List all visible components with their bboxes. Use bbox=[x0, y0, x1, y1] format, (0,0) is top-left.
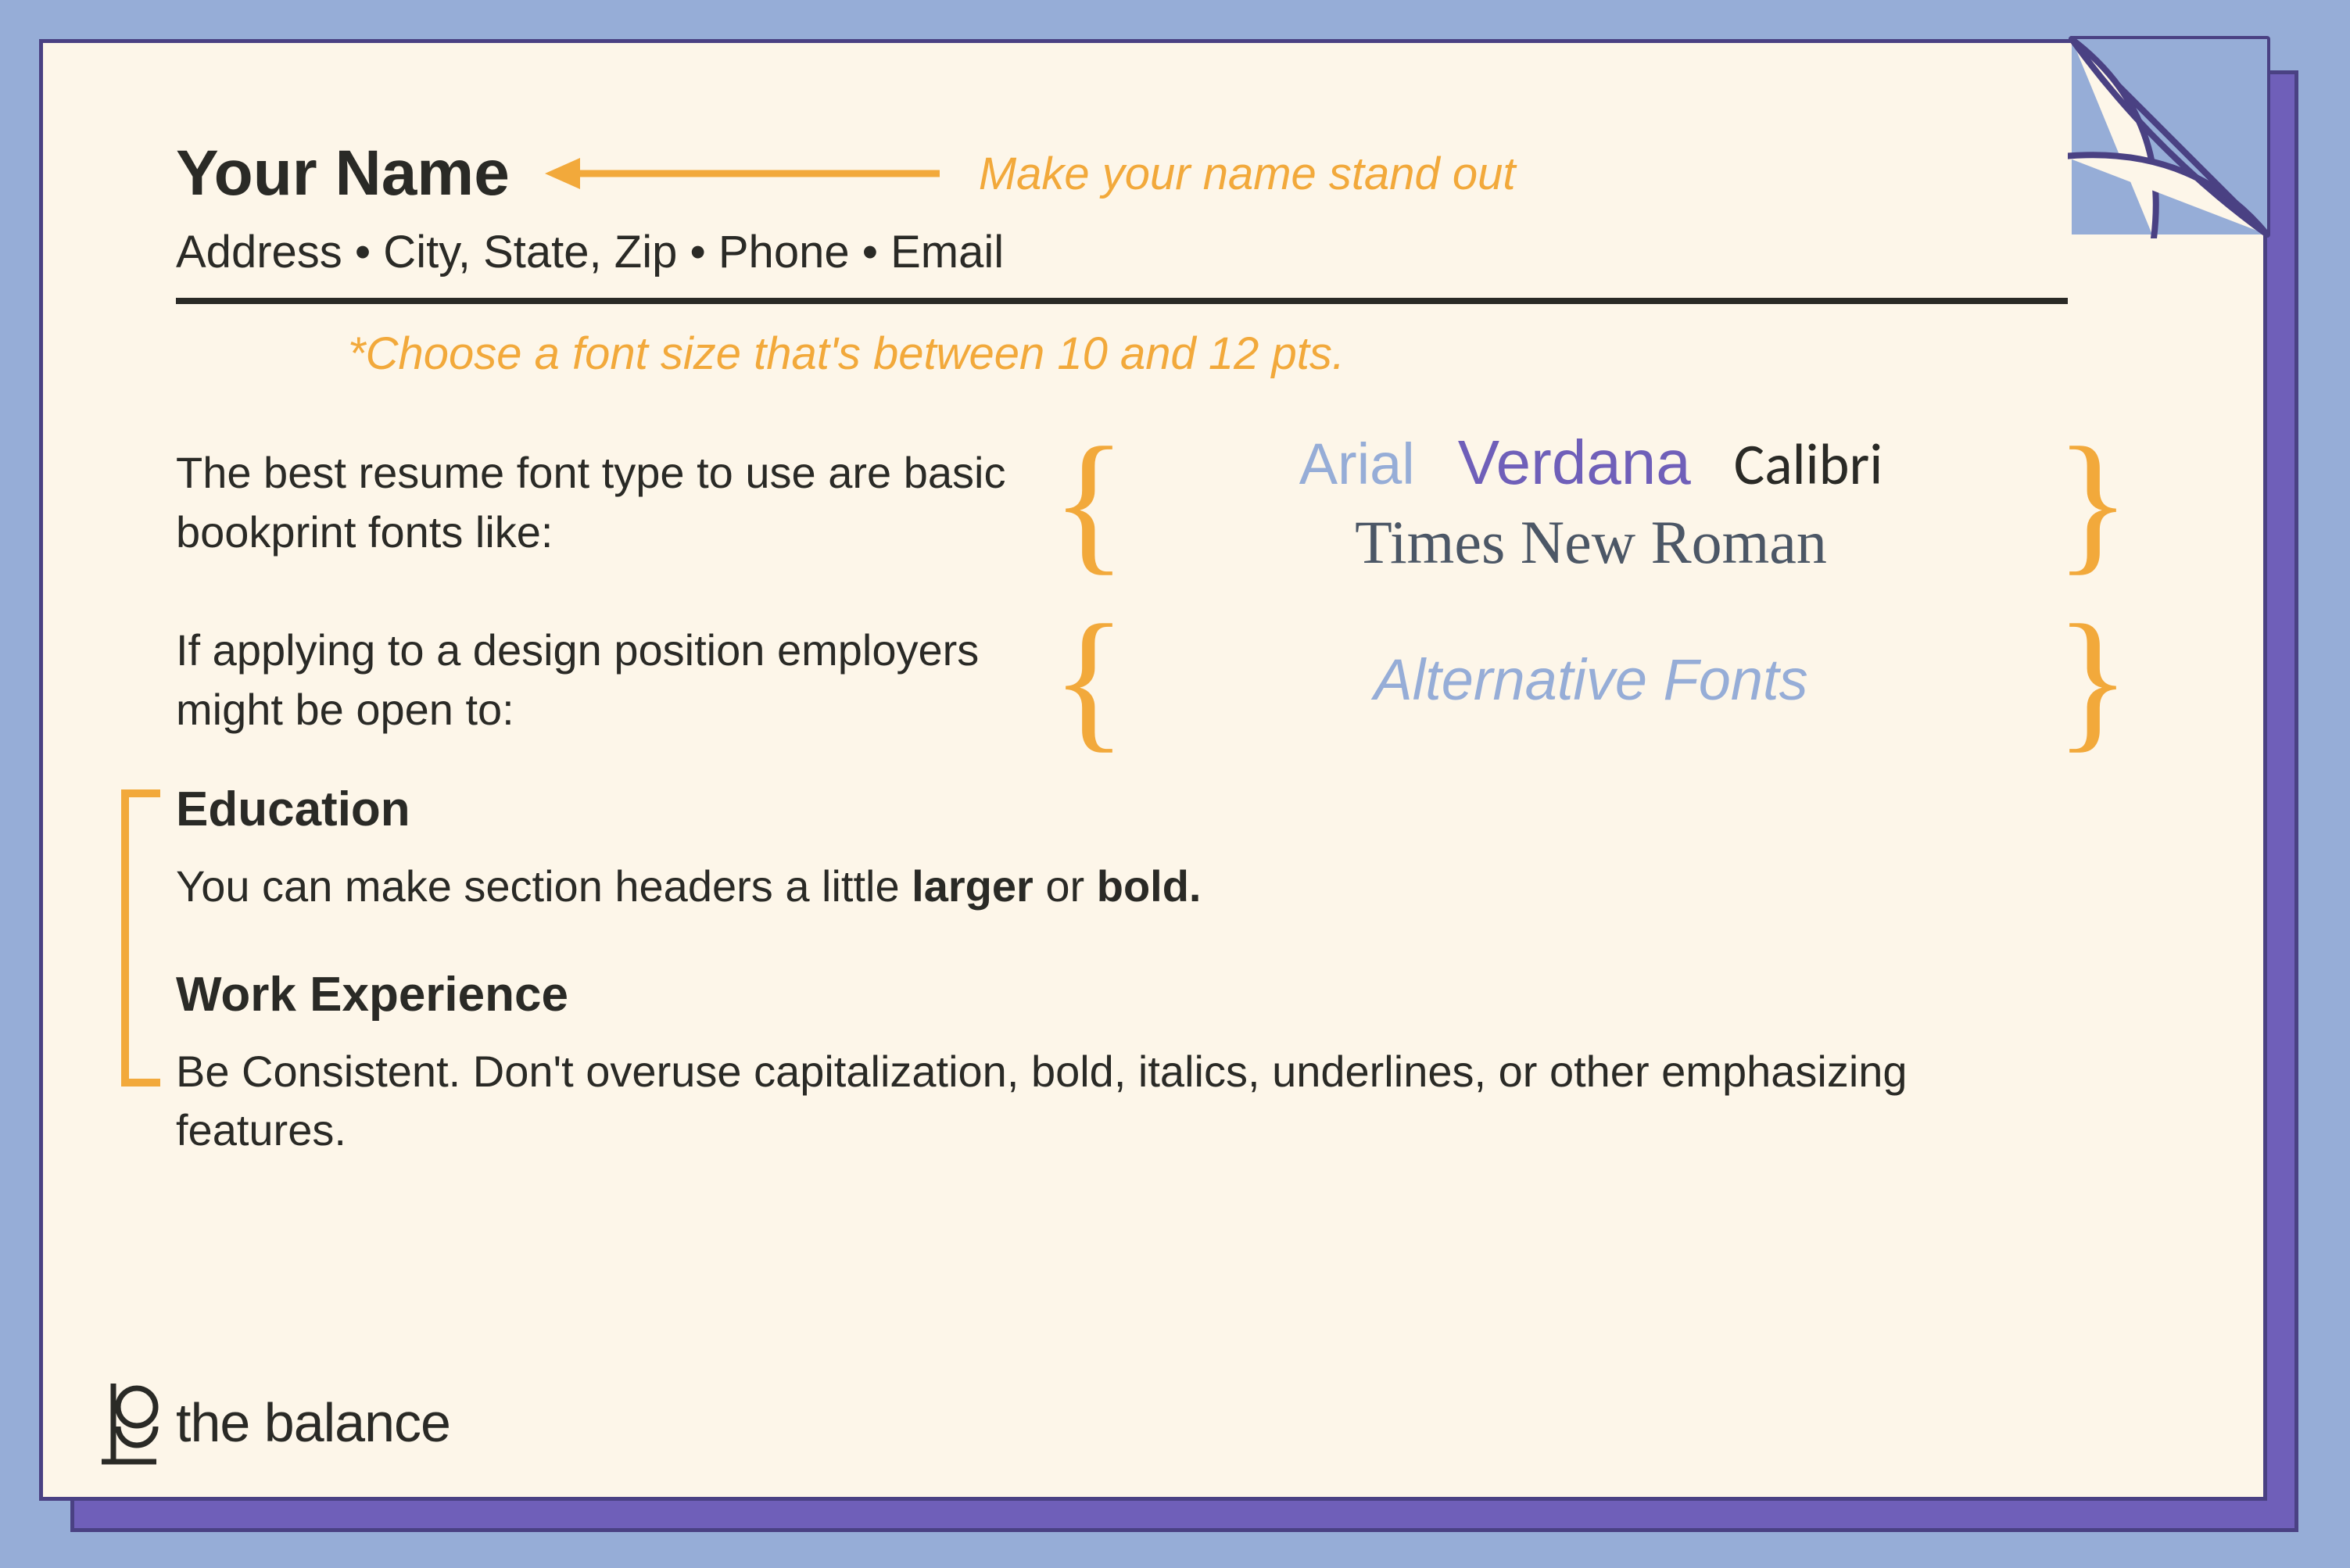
font-sample-verdana: Verdana bbox=[1458, 427, 1691, 499]
alt-fonts-text: If applying to a design position employe… bbox=[176, 621, 1051, 739]
font-sample-arial: Arial bbox=[1299, 431, 1415, 497]
education-bold-bold: bold. bbox=[1097, 861, 1202, 911]
alt-fonts-group: { Alternative Fonts } bbox=[1051, 625, 2130, 735]
font-size-tip: *Choose a font size that's between 10 an… bbox=[348, 328, 2130, 380]
brace-close-icon: } bbox=[2055, 448, 2130, 557]
work-heading: Work Experience bbox=[176, 967, 2130, 1022]
basic-fonts-group: { Arial Verdana Calibri Times New Roman … bbox=[1051, 427, 2130, 578]
brace-open-icon: { bbox=[1051, 448, 1127, 557]
document-page: Your Name Make your name stand out Addre… bbox=[39, 39, 2267, 1501]
alt-fonts-showcase: Alternative Fonts bbox=[1127, 646, 2055, 713]
fonts-showcase: Arial Verdana Calibri Times New Roman bbox=[1127, 427, 2055, 578]
basic-fonts-row: The best resume font type to use are bas… bbox=[176, 427, 2130, 578]
content-area: Your Name Make your name stand out Addre… bbox=[176, 137, 2130, 1211]
education-heading: Education bbox=[176, 782, 2130, 837]
work-body: Be Consistent. Don't overuse capitalizat… bbox=[176, 1042, 1974, 1160]
brace-close-icon: } bbox=[2055, 625, 2130, 735]
name-callout: Make your name stand out bbox=[979, 148, 1516, 200]
font-sample-times: Times New Roman bbox=[1355, 508, 1827, 576]
education-body: You can make section headers a little la… bbox=[176, 857, 1974, 916]
font-sample-calibri: Calibri bbox=[1734, 429, 1883, 499]
education-text-pre: You can make section headers a little bbox=[176, 861, 912, 911]
education-text-mid: or bbox=[1033, 861, 1097, 911]
applicant-name: Your Name bbox=[176, 137, 510, 210]
basic-fonts-text: The best resume font type to use are bas… bbox=[176, 443, 1051, 561]
brand-name: the balance bbox=[176, 1391, 450, 1454]
sections-block: Education You can make section headers a… bbox=[176, 782, 2130, 1160]
brace-open-icon: { bbox=[1051, 625, 1127, 735]
education-bold-larger: larger bbox=[912, 861, 1033, 911]
alt-fonts-row: If applying to a design position employe… bbox=[176, 621, 2130, 739]
contact-line: Address • City, State, Zip • Phone • Ema… bbox=[176, 226, 2130, 278]
header-divider bbox=[176, 298, 2068, 304]
brand-logo: the balance bbox=[98, 1380, 450, 1466]
font-sample-alternative: Alternative Fonts bbox=[1374, 647, 1807, 712]
arrow-icon bbox=[541, 150, 948, 197]
name-row: Your Name Make your name stand out bbox=[176, 137, 2130, 210]
balance-logo-icon bbox=[98, 1380, 160, 1466]
section-bracket-icon bbox=[113, 789, 168, 1087]
